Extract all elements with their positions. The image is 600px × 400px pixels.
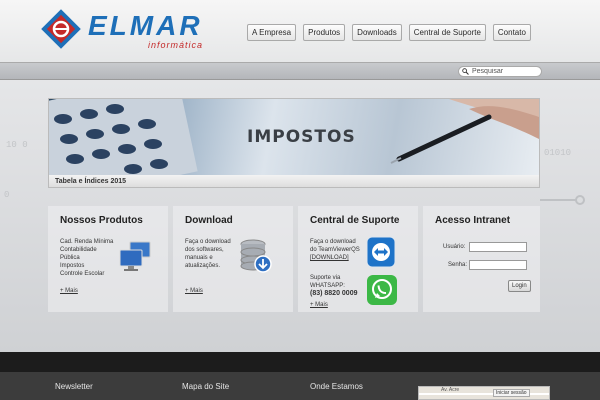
pen-hand-image [390, 99, 539, 164]
whatsapp-text-line: Suporte via [310, 275, 341, 281]
whatsapp-text: Suporte via WHATSAPP: (83) 8820 0009 [310, 274, 357, 298]
download-text-line: dos softwares, [185, 247, 224, 253]
product-list: Cad. Renda Mínima Contabilidade Pública … [60, 238, 113, 278]
teamviewer-download-link[interactable]: [DOWNLOAD] [310, 254, 360, 262]
nav-central-de-suporte[interactable]: Central de Suporte [408, 24, 486, 41]
password-field[interactable] [469, 260, 527, 270]
feature-panels: Nossos Produtos Cad. Renda Mínima Contab… [48, 206, 540, 312]
panel-download: Download Faça o download dos softwares, … [173, 206, 293, 312]
footer-newsletter-heading: Newsletter [55, 382, 93, 391]
elmar-logo-icon[interactable] [40, 8, 82, 50]
main-nav: A Empresa Produtos Downloads Central de … [247, 24, 531, 41]
brand-subtitle: informática [148, 40, 204, 50]
map-road [419, 393, 549, 395]
teamviewer-text-line: do TeamViewerQS [310, 247, 360, 253]
decorative-circuit [540, 195, 585, 205]
decorative-binary: 0 [4, 190, 10, 200]
teamviewer-text-line: Faça o download [310, 239, 356, 245]
decorative-binary: 10 0 [6, 140, 28, 150]
panel-intranet-title: Acesso Intranet [435, 215, 511, 226]
nav-contato[interactable]: Contato [492, 24, 531, 41]
download-text-line: manuais e [185, 255, 213, 261]
calculator-image [49, 99, 198, 175]
suporte-more-link[interactable]: + Mais [310, 302, 328, 308]
search-box[interactable] [458, 66, 542, 77]
decorative-binary: 01010 [544, 148, 572, 158]
download-text: Faça o download dos softwares, manuais e… [185, 238, 231, 270]
search-input[interactable] [472, 68, 538, 75]
footer-divider [0, 352, 600, 372]
location-map[interactable]: Av. Acre Iniciar sessão [418, 386, 550, 400]
panel-suporte: Central de Suporte Faça o download do Te… [298, 206, 418, 312]
search-icon[interactable] [462, 68, 469, 75]
panel-suporte-title: Central de Suporte [310, 215, 400, 226]
username-field[interactable] [469, 242, 527, 252]
panel-intranet: Acesso Intranet Usuário: Senha: Login [423, 206, 540, 312]
site-header: ELMAR informática A Empresa Produtos Dow… [0, 0, 600, 62]
brand-name[interactable]: ELMAR [88, 10, 203, 42]
banner-image: IMPOSTOS [49, 99, 539, 175]
teamviewer-text: Faça o download do TeamViewerQS [DOWNLOA… [310, 238, 360, 262]
user-label: Usuário: [443, 244, 466, 250]
whatsapp-icon[interactable] [366, 274, 398, 306]
computers-icon [119, 241, 151, 271]
list-item[interactable]: Cad. Renda Mínima [60, 238, 113, 246]
whatsapp-number: (83) 8820 0009 [310, 290, 358, 297]
database-download-icon [240, 239, 272, 273]
download-text-line: Faça o download [185, 239, 231, 245]
list-item[interactable]: Controle Escolar [60, 270, 113, 278]
nav-downloads[interactable]: Downloads [352, 24, 402, 41]
banner-title: IMPOSTOS [247, 127, 356, 147]
teamviewer-icon[interactable] [366, 236, 396, 268]
download-text-line: atualizações. [185, 263, 221, 269]
panel-download-title: Download [185, 215, 233, 226]
list-item[interactable]: Contabilidade [60, 246, 113, 254]
login-button[interactable]: Login [508, 280, 531, 292]
whatsapp-text-line: WHATSAPP: [310, 283, 345, 289]
list-item[interactable]: Pública [60, 254, 113, 262]
panel-produtos-title: Nossos Produtos [60, 215, 143, 226]
footer-location-heading: Onde Estamos [310, 382, 363, 391]
banner-caption[interactable]: Tabela e Índices 2015 [49, 175, 539, 187]
banner-slider[interactable]: IMPOSTOS Tabela e Índices 2015 [48, 98, 540, 188]
download-more-link[interactable]: + Mais [185, 288, 203, 294]
map-signin-button[interactable]: Iniciar sessão [493, 389, 530, 397]
footer-sitemap-heading: Mapa do Site [182, 382, 230, 391]
produtos-more-link[interactable]: + Mais [60, 288, 78, 294]
password-label: Senha: [448, 262, 468, 268]
panel-produtos: Nossos Produtos Cad. Renda Mínima Contab… [48, 206, 168, 312]
map-street-label: Av. Acre [441, 387, 460, 393]
list-item[interactable]: Impostos [60, 262, 113, 270]
nav-a-empresa[interactable]: A Empresa [247, 24, 297, 41]
nav-produtos[interactable]: Produtos [303, 24, 346, 41]
